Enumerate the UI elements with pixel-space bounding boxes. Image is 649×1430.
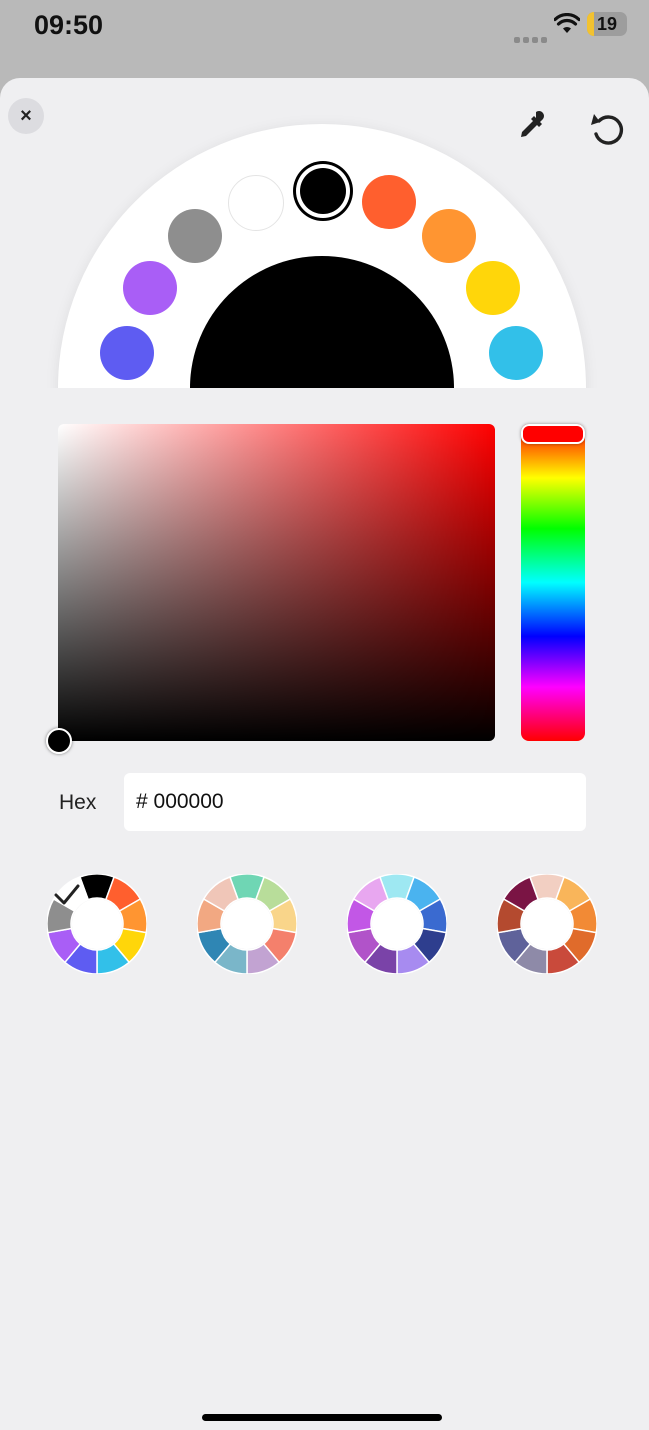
close-button[interactable]: × [8, 98, 44, 134]
battery-level: 19 [596, 14, 618, 34]
swatch-yellow[interactable] [466, 261, 520, 315]
swatch-blue-violet[interactable] [100, 326, 154, 380]
cellular-signal-icon [514, 30, 550, 43]
palette-pastel[interactable] [197, 874, 297, 974]
hue-slider[interactable] [521, 424, 585, 741]
saturation-brightness-handle[interactable] [46, 728, 72, 754]
palette-warm[interactable] [497, 874, 597, 974]
hex-label: Hex [59, 791, 97, 814]
wifi-icon [554, 13, 580, 33]
battery-icon: 19 [587, 12, 627, 36]
saturation-brightness-area[interactable] [58, 424, 495, 741]
swatch-orange[interactable] [422, 209, 476, 263]
reset-icon[interactable] [586, 106, 632, 152]
status-bar: 09:50 19 [0, 0, 649, 80]
color-picker-sheet: × Hex # 000000 [0, 78, 649, 1430]
swatch-gray[interactable] [168, 209, 222, 263]
eyedropper-icon[interactable] [512, 106, 552, 146]
hex-input[interactable]: # 000000 [124, 773, 586, 831]
swatch-red-orange[interactable] [362, 175, 416, 229]
home-indicator[interactable] [202, 1414, 442, 1421]
status-time: 09:50 [34, 10, 104, 40]
swatch-purple[interactable] [123, 261, 177, 315]
custom-color-panel: Hex # 000000 [0, 388, 649, 1430]
swatch-white[interactable] [228, 175, 284, 231]
swatch-sky-blue[interactable] [489, 326, 543, 380]
palette-classic[interactable] [47, 874, 147, 974]
palette-neon[interactable] [347, 874, 447, 974]
checkmark-icon [54, 884, 80, 905]
swatch-black[interactable] [300, 168, 346, 214]
hue-slider-handle[interactable] [521, 424, 585, 444]
